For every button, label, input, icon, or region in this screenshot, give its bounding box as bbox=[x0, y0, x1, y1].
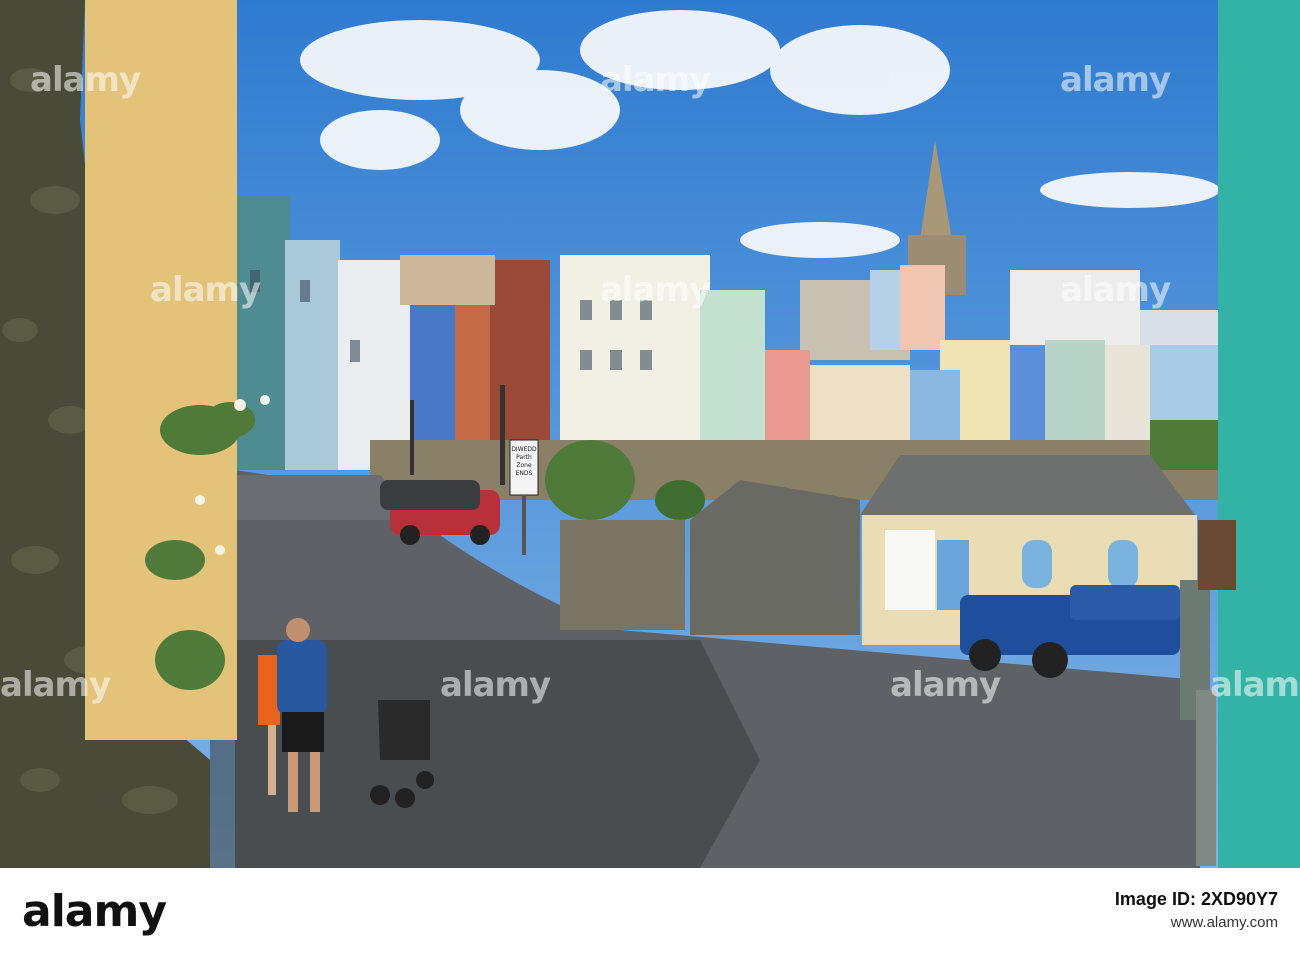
watermark: alamy bbox=[890, 665, 1001, 705]
watermark: alamy bbox=[0, 665, 111, 705]
footer-bar: alamy Image ID: 2XD90Y7 www.alamy.com bbox=[0, 868, 1300, 956]
sign-line: Zone bbox=[516, 462, 532, 469]
teal-building bbox=[1218, 0, 1300, 868]
lamp-post bbox=[500, 385, 505, 485]
slate-roof-building bbox=[690, 480, 860, 635]
signpost-pole bbox=[1196, 690, 1216, 866]
watermark: alamy bbox=[440, 665, 551, 705]
watermark: alamy bbox=[600, 270, 711, 310]
site-url[interactable]: www.alamy.com bbox=[1115, 912, 1278, 934]
photo bbox=[0, 0, 1300, 868]
image-meta: Image ID: 2XD90Y7 www.alamy.com bbox=[1115, 888, 1278, 934]
image-id: Image ID: 2XD90Y7 bbox=[1114, 889, 1278, 909]
brown-sign bbox=[1198, 520, 1236, 590]
cream-building-roof bbox=[860, 455, 1195, 515]
watermark: alamy bbox=[1060, 270, 1171, 310]
alamy-logo[interactable]: alamy bbox=[22, 886, 167, 937]
tree bbox=[545, 440, 635, 520]
sign-line: DIWEDD bbox=[511, 446, 537, 453]
mint-hotel bbox=[700, 290, 765, 445]
yellow-building bbox=[85, 0, 237, 740]
right-greenery bbox=[1150, 420, 1220, 470]
watermark: alamy bbox=[600, 60, 711, 100]
sign-line: ENDS bbox=[515, 470, 533, 477]
watermark: alamy bbox=[1210, 665, 1300, 705]
watermark: alamy bbox=[30, 60, 141, 100]
sign-line: Parth bbox=[516, 454, 532, 461]
town-scene bbox=[0, 0, 1300, 868]
watermark: alamy bbox=[1060, 60, 1171, 100]
stone-arches bbox=[560, 520, 685, 630]
road-sign-text: DIWEDD Parth Zone ENDS bbox=[511, 446, 537, 478]
lamp-post bbox=[410, 400, 414, 475]
sign-post bbox=[522, 495, 526, 555]
watermark: alamy bbox=[150, 270, 261, 310]
